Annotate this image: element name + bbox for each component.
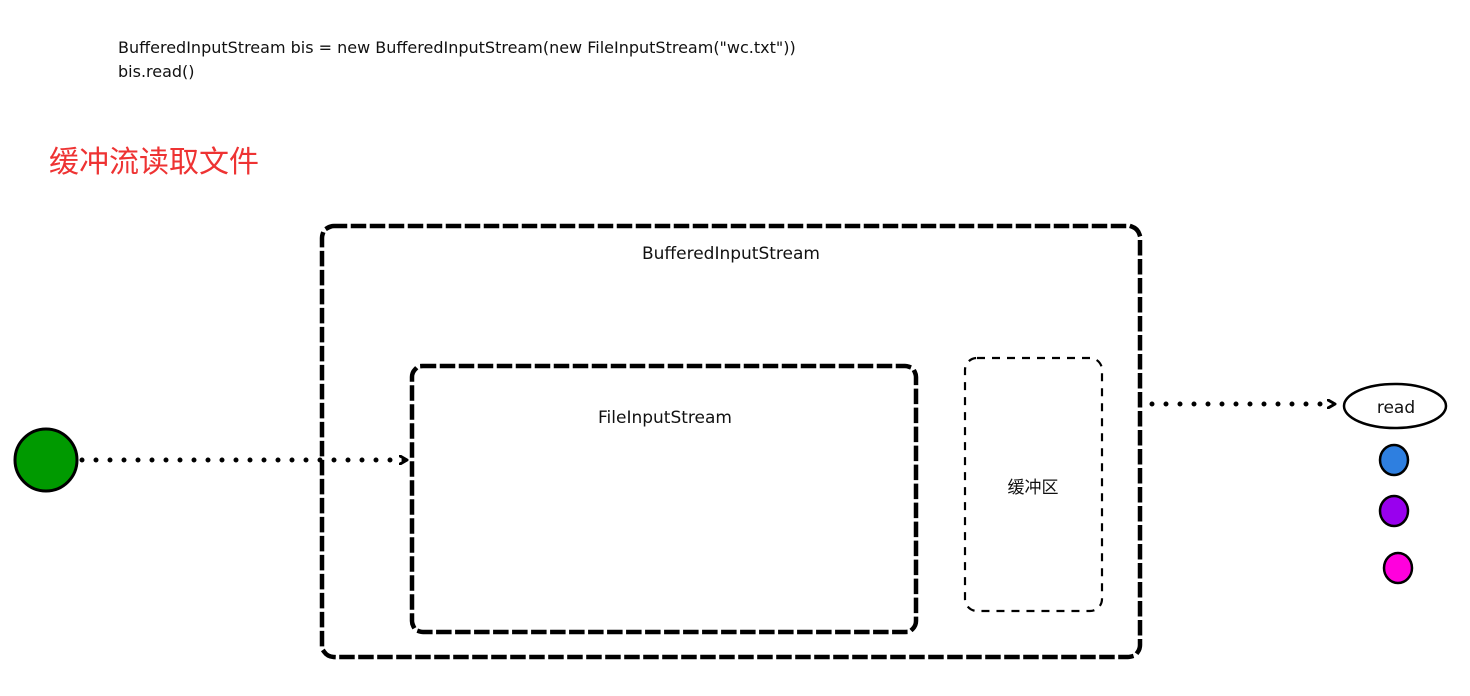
file-input-stream-label: FileInputStream — [598, 408, 732, 428]
stream-diagram: BufferedInputStream FileInputStream 缓冲区 … — [13, 223, 1448, 660]
data-source-circle — [13, 427, 79, 493]
buffered-input-stream-box — [319, 223, 1143, 660]
data-dot-purple — [1378, 494, 1410, 528]
buffered-input-stream-label: BufferedInputStream — [642, 244, 820, 264]
read-label: read — [1377, 398, 1415, 418]
buffer-label: 缓冲区 — [1008, 478, 1059, 498]
file-input-stream-box — [409, 363, 919, 635]
data-dot-blue — [1378, 443, 1410, 477]
data-dot-magenta — [1382, 551, 1414, 585]
